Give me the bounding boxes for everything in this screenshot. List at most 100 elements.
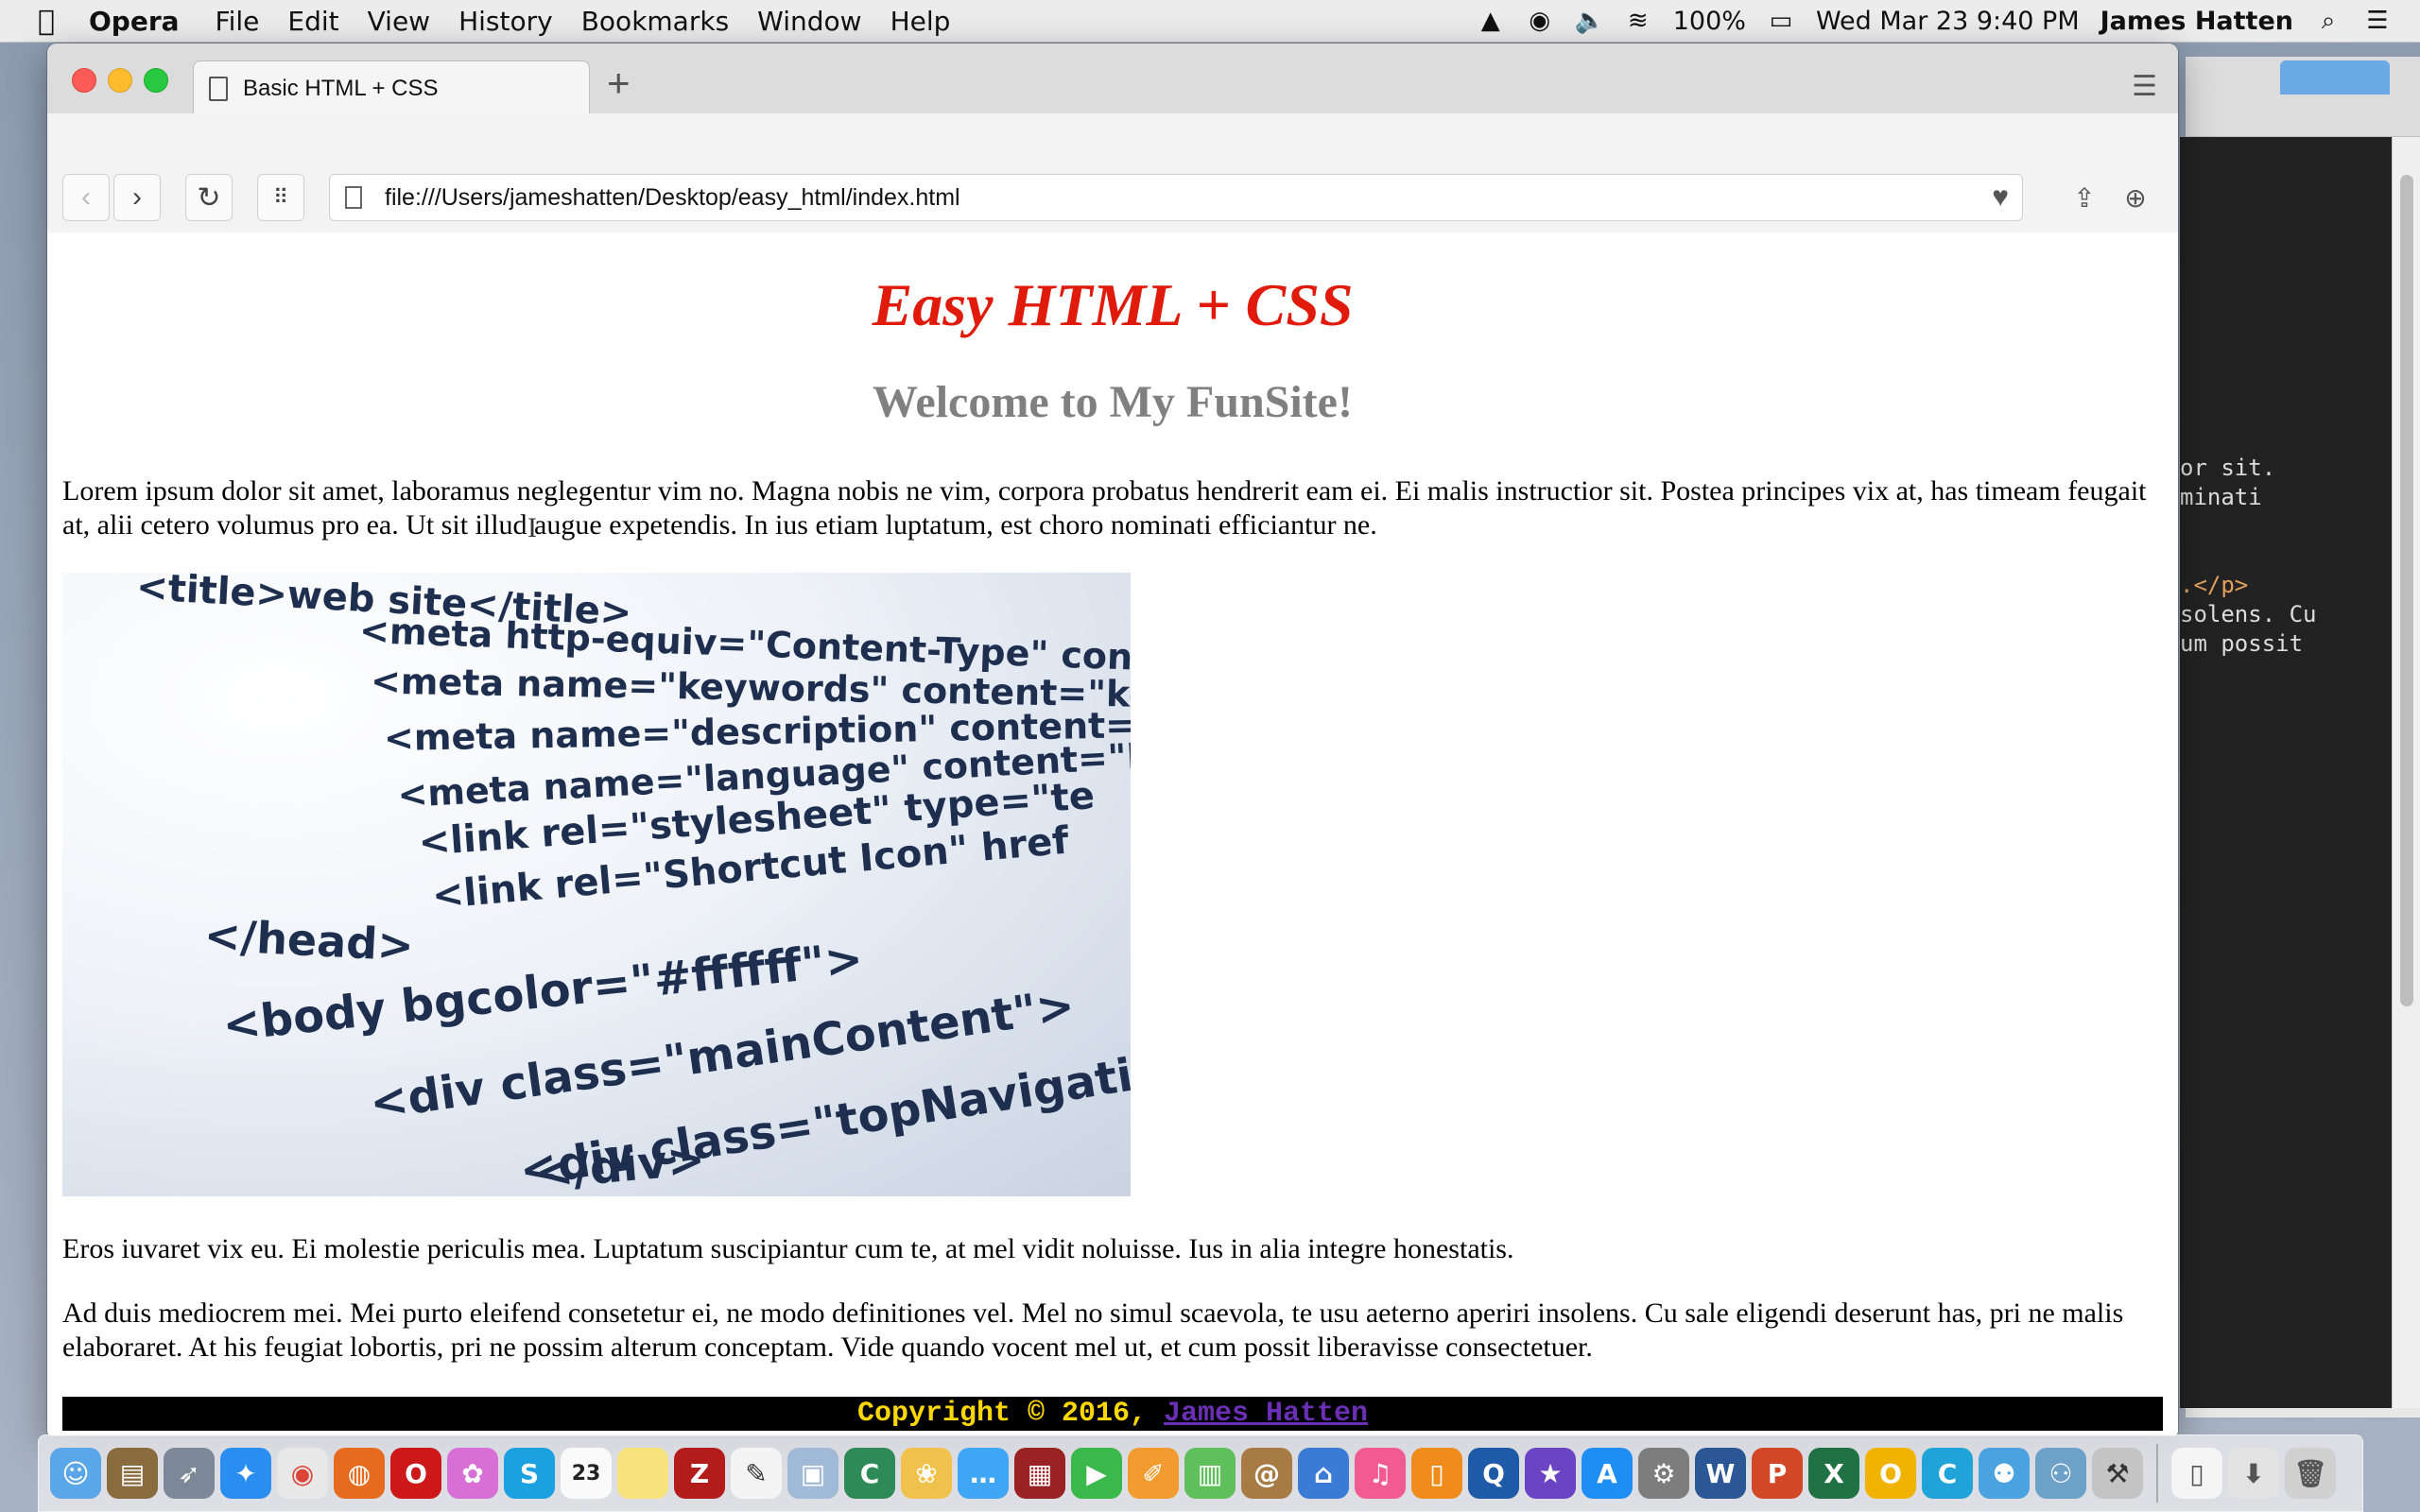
fullscreen-window-button[interactable] xyxy=(144,68,168,93)
editor-line: or sit. xyxy=(2180,455,2276,481)
network-icon[interactable]: ⚇ xyxy=(2035,1448,2086,1499)
numbers-icon[interactable]: ▥ xyxy=(1184,1448,1236,1499)
editor-scrollbar[interactable] xyxy=(2392,137,2420,1408)
pages-icon[interactable]: ✐ xyxy=(1128,1448,1179,1499)
menu-help[interactable]: Help xyxy=(890,6,951,37)
author-link[interactable]: James Hatten xyxy=(1164,1398,1368,1430)
system-preferences-icon[interactable]: ⚙ xyxy=(1638,1448,1689,1499)
paragraph-3: Ad duis mediocrem mei. Mei purto eleifen… xyxy=(62,1297,2124,1363)
cryptocoin-icon[interactable]: C xyxy=(1922,1448,1973,1499)
spotlight-search-icon[interactable]: ⌕ xyxy=(2314,7,2342,35)
editor-line: minati xyxy=(2180,484,2262,510)
facetime-icon[interactable]: ▶ xyxy=(1071,1448,1122,1499)
word-icon[interactable]: W xyxy=(1695,1448,1746,1499)
chevron-right-icon: › xyxy=(132,181,142,213)
record-icon[interactable]: ◉ xyxy=(1526,7,1554,35)
itunes-icon[interactable]: ♫ xyxy=(1355,1448,1406,1499)
url-text[interactable]: file:///Users/jameshatten/Desktop/easy_h… xyxy=(385,184,960,212)
stickies-icon[interactable] xyxy=(617,1448,668,1499)
calendar-icon[interactable]: 23 xyxy=(561,1448,612,1499)
page-title: Easy HTML + CSS xyxy=(872,271,1354,338)
apple-menu-icon[interactable]:  xyxy=(38,5,66,38)
menu-bookmarks[interactable]: Bookmarks xyxy=(581,6,729,37)
imovie-icon[interactable]: ★ xyxy=(1525,1448,1576,1499)
opera-icon[interactable]: O xyxy=(390,1448,441,1499)
keynote-icon[interactable]: ⌂ xyxy=(1298,1448,1349,1499)
filezilla-icon[interactable]: Z xyxy=(674,1448,725,1499)
drive-icon[interactable]: ▲ xyxy=(1477,7,1505,35)
page-subtitle: Welcome to My FunSite! xyxy=(873,377,1353,427)
downloads-icon[interactable]: ⬇ xyxy=(2228,1448,2279,1499)
menu-window[interactable]: Window xyxy=(757,6,861,37)
coda-icon[interactable]: C xyxy=(844,1448,895,1499)
quicktime-icon[interactable]: Q xyxy=(1468,1448,1519,1499)
battery-percent: 100% xyxy=(1672,6,1746,36)
reload-button[interactable]: ↻ xyxy=(185,174,233,221)
editor-line: um possit xyxy=(2180,630,2304,657)
firefox-icon[interactable]: ◍ xyxy=(334,1448,385,1499)
menu-file[interactable]: File xyxy=(216,6,260,37)
finder-icon[interactable]: ☺ xyxy=(50,1448,101,1499)
notification-center-icon[interactable]: ☰ xyxy=(2363,7,2392,35)
clock[interactable]: Wed Mar 23 9:40 PM xyxy=(1816,7,2080,36)
dock: ☺ ▤ ➶ ✦ ◉ ◍ O ✿ S 23 Z ✎ ▣ C ❀ … ▦ ▶ ✐ ▥… xyxy=(38,1435,2363,1512)
textedit-icon[interactable]: ✎ xyxy=(731,1448,782,1499)
menu-edit[interactable]: Edit xyxy=(287,6,338,37)
menu-history[interactable]: History xyxy=(458,6,553,37)
code-editor-panel[interactable]: or sit. minati .</p> solens. Cu um possi… xyxy=(2180,137,2392,1408)
menu-bar:  Opera File Edit View History Bookmarks… xyxy=(0,0,2420,43)
speed-dial-button[interactable]: ⠿ xyxy=(257,174,304,221)
excel-icon[interactable]: X xyxy=(1808,1448,1859,1499)
trash-icon[interactable]: 🗑 xyxy=(2285,1448,2336,1499)
address-bar[interactable]: file:///Users/jameshatten/Desktop/easy_h… xyxy=(329,174,2023,221)
forward-button[interactable]: › xyxy=(113,174,161,221)
tab-menu-icon[interactable]: ☰ xyxy=(2132,70,2157,103)
share-icon[interactable]: ⇪ xyxy=(2061,174,2108,221)
html-code-image: <title>web site</title> <meta http-equiv… xyxy=(62,573,1131,1196)
copyright-text: Copyright © 2016, xyxy=(856,1398,1164,1430)
photos-icon[interactable]: ❀ xyxy=(901,1448,952,1499)
document-icon[interactable]: ▯ xyxy=(2171,1448,2222,1499)
powerpoint-icon[interactable]: P xyxy=(1752,1448,1803,1499)
volume-icon[interactable]: 🔈 xyxy=(1575,7,1605,35)
calendar-day: 23 xyxy=(571,1461,601,1486)
editor-line: solens. Cu xyxy=(2180,601,2317,627)
grid-icon: ⠿ xyxy=(272,185,289,209)
archive-icon[interactable]: ⚒ xyxy=(2092,1448,2143,1499)
minimize-window-button[interactable] xyxy=(108,68,132,93)
launchpad-icon[interactable]: ➶ xyxy=(164,1448,215,1499)
chevron-left-icon: ‹ xyxy=(81,181,91,213)
text-cursor-icon: I xyxy=(527,512,537,543)
reload-icon: ↻ xyxy=(197,181,221,214)
skype-icon[interactable]: S xyxy=(504,1448,555,1499)
preview-icon[interactable]: ▣ xyxy=(787,1448,838,1499)
heart-icon[interactable]: ♥ xyxy=(1992,181,2009,214)
messages-icon[interactable]: … xyxy=(958,1448,1009,1499)
new-tab-button[interactable]: + xyxy=(607,63,631,103)
menu-app-name[interactable]: Opera xyxy=(89,6,180,37)
lync-icon[interactable]: ⚉ xyxy=(1979,1448,2030,1499)
battery-icon[interactable]: ▭ xyxy=(1767,7,1795,35)
outlook-icon[interactable]: O xyxy=(1865,1448,1916,1499)
chrome-icon[interactable]: ◉ xyxy=(277,1448,328,1499)
back-button[interactable]: ‹ xyxy=(62,174,110,221)
safari-icon[interactable]: ✦ xyxy=(220,1448,271,1499)
folder-icon xyxy=(2280,60,2390,94)
photobooth-icon[interactable]: ▦ xyxy=(1014,1448,1065,1499)
wifi-icon[interactable]: ≋ xyxy=(1624,7,1652,35)
notes-icon[interactable]: ▤ xyxy=(107,1448,158,1499)
flower-icon[interactable]: ✿ xyxy=(447,1448,498,1499)
tab-basic-html-css[interactable]: Basic HTML + CSS xyxy=(193,60,590,115)
editor-scrollbar-thumb[interactable] xyxy=(2400,175,2413,1006)
ibooks-icon[interactable]: ▯ xyxy=(1411,1448,1462,1499)
user-name[interactable]: James Hatten xyxy=(2100,7,2293,36)
paragraph-1: Lorem ipsum dolor sit amet, laboramus ne… xyxy=(62,475,2147,541)
editor-line: .</p> xyxy=(2180,572,2249,598)
menu-view[interactable]: View xyxy=(368,6,430,37)
tab-title: Basic HTML + CSS xyxy=(243,75,439,101)
download-icon[interactable]: ⊕ xyxy=(2112,174,2159,221)
dock-separator xyxy=(2156,1444,2158,1503)
close-window-button[interactable] xyxy=(72,68,96,93)
appstore-icon[interactable]: A xyxy=(1582,1448,1633,1499)
contacts-icon[interactable]: @ xyxy=(1241,1448,1292,1499)
